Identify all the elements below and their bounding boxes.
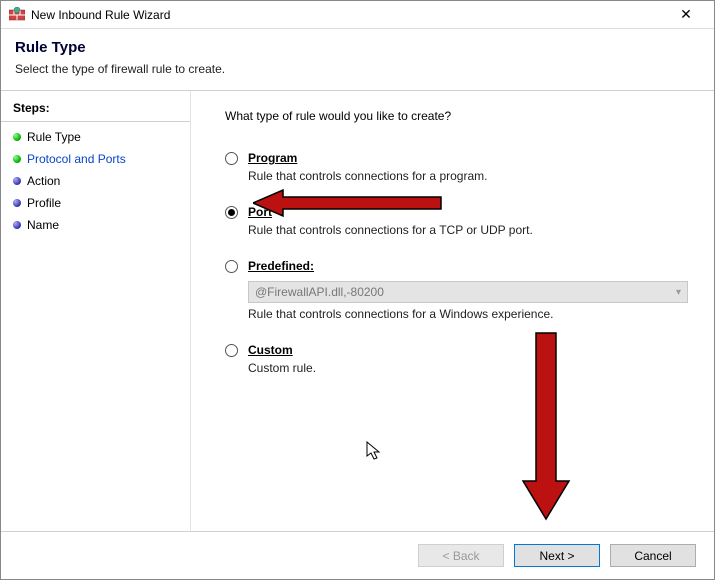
radio-program[interactable] — [225, 152, 238, 165]
option-label: Program — [248, 151, 690, 165]
page-title: Rule Type — [15, 39, 700, 56]
radio-port[interactable] — [225, 206, 238, 219]
step-protocol-ports[interactable]: Protocol and Ports — [1, 148, 190, 170]
step-bullet-icon — [13, 221, 21, 229]
next-button[interactable]: Next > — [514, 544, 600, 567]
option-label: Port — [248, 205, 690, 219]
option-body: Port Rule that controls connections for … — [248, 205, 690, 237]
step-bullet-icon — [13, 155, 21, 163]
step-bullet-icon — [13, 133, 21, 141]
wizard-content: What type of rule would you like to crea… — [191, 91, 714, 531]
radio-predefined[interactable] — [225, 260, 238, 273]
step-label: Protocol and Ports — [27, 152, 126, 166]
steps-heading: Steps: — [1, 97, 190, 122]
step-name[interactable]: Name — [1, 214, 190, 236]
cancel-button[interactable]: Cancel — [610, 544, 696, 567]
wizard-body: Steps: Rule Type Protocol and Ports Acti… — [1, 91, 714, 531]
rule-type-options: Program Rule that controls connections f… — [225, 151, 690, 375]
step-profile[interactable]: Profile — [1, 192, 190, 214]
step-rule-type[interactable]: Rule Type — [1, 126, 190, 148]
firewall-icon — [9, 7, 25, 23]
option-label: Custom — [248, 343, 690, 357]
option-custom[interactable]: Custom Custom rule. — [225, 343, 690, 375]
step-bullet-icon — [13, 177, 21, 185]
step-label: Action — [27, 174, 60, 188]
steps-sidebar: Steps: Rule Type Protocol and Ports Acti… — [1, 91, 191, 531]
step-action[interactable]: Action — [1, 170, 190, 192]
wizard-footer: < Back Next > Cancel — [1, 531, 714, 579]
predefined-select: @FirewallAPI.dll,-80200 ▾ — [248, 281, 688, 303]
step-label: Rule Type — [27, 130, 81, 144]
predefined-select-value: @FirewallAPI.dll,-80200 — [255, 285, 384, 299]
option-desc: Rule that controls connections for a pro… — [248, 169, 690, 183]
option-predefined[interactable]: Predefined: @FirewallAPI.dll,-80200 ▾ Ru… — [225, 259, 690, 321]
option-body: Program Rule that controls connections f… — [248, 151, 690, 183]
option-port[interactable]: Port Rule that controls connections for … — [225, 205, 690, 237]
back-button: < Back — [418, 544, 504, 567]
radio-custom[interactable] — [225, 344, 238, 357]
window-title: New Inbound Rule Wizard — [31, 8, 666, 22]
close-button[interactable]: ✕ — [666, 6, 706, 23]
page-subtitle: Select the type of firewall rule to crea… — [15, 62, 700, 76]
content-question: What type of rule would you like to crea… — [225, 109, 690, 123]
titlebar: New Inbound Rule Wizard ✕ — [1, 1, 714, 29]
step-label: Profile — [27, 196, 61, 210]
cursor-icon — [366, 441, 382, 464]
step-label: Name — [27, 218, 59, 232]
option-program[interactable]: Program Rule that controls connections f… — [225, 151, 690, 183]
option-body: Custom Custom rule. — [248, 343, 690, 375]
option-desc: Custom rule. — [248, 361, 690, 375]
wizard-header: Rule Type Select the type of firewall ru… — [1, 29, 714, 90]
option-desc: Rule that controls connections for a TCP… — [248, 223, 690, 237]
chevron-down-icon: ▾ — [676, 287, 681, 298]
option-body: Predefined: @FirewallAPI.dll,-80200 ▾ Ru… — [248, 259, 690, 321]
option-label: Predefined: — [248, 259, 690, 273]
option-desc: Rule that controls connections for a Win… — [248, 307, 690, 321]
wizard-window: New Inbound Rule Wizard ✕ Rule Type Sele… — [0, 0, 715, 580]
step-bullet-icon — [13, 199, 21, 207]
